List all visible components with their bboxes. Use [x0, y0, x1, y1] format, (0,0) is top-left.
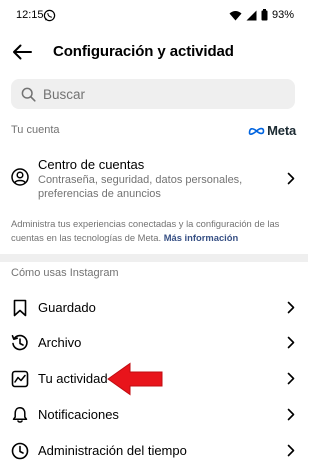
menu-item-label: Tu actividad	[38, 371, 108, 386]
chevron-right-icon	[287, 408, 295, 421]
bookmark-icon	[13, 299, 27, 317]
learn-more-link[interactable]: Más información	[164, 232, 239, 243]
menu-item-label: Administración del tiempo	[38, 443, 187, 458]
status-indicators: 93%	[229, 9, 294, 21]
section-divider	[0, 254, 308, 262]
back-button[interactable]	[8, 38, 36, 66]
menu-item-label: Notificaciones	[38, 407, 119, 422]
meta-info-body: Administra tus experiencias conectadas y…	[11, 218, 280, 243]
section-label-how-you-use: Cómo usas Instagram	[11, 267, 119, 279]
menu-item-notifications[interactable]: Notificaciones	[0, 398, 308, 432]
wifi-icon	[229, 10, 242, 20]
chevron-right-icon	[287, 336, 295, 349]
accounts-center-subtitle: Contraseña, seguridad, datos personales,…	[38, 174, 243, 200]
menu-item-saved[interactable]: Guardado	[0, 291, 308, 325]
search-icon	[21, 87, 36, 102]
search-placeholder: Buscar	[43, 86, 86, 102]
bell-icon	[12, 407, 28, 423]
whatsapp-icon	[43, 9, 56, 22]
menu-item-time-management[interactable]: Administración del tiempo	[0, 434, 308, 465]
menu-item-label: Guardado	[38, 300, 96, 315]
meta-infinity-icon	[248, 127, 265, 135]
chevron-right-icon	[287, 172, 295, 185]
section-label-your-account: Tu cuenta	[11, 124, 60, 136]
chevron-right-icon	[287, 372, 295, 385]
battery-percent: 93%	[271, 9, 294, 21]
page-title: Configuración y actividad	[53, 43, 234, 60]
chevron-right-icon	[287, 444, 295, 457]
account-circle-icon	[11, 168, 29, 186]
accounts-center-title: Centro de cuentas	[38, 157, 145, 172]
activity-icon	[11, 370, 29, 388]
menu-item-archive[interactable]: Archivo	[0, 326, 308, 360]
annotation-arrow-icon	[107, 362, 163, 396]
status-bar: 12:15 93%	[0, 0, 308, 32]
search-input[interactable]: Buscar	[11, 79, 295, 109]
clock-icon	[11, 442, 29, 460]
header: Configuración y actividad	[0, 34, 308, 70]
archive-icon	[11, 334, 28, 351]
signal-icon	[246, 10, 257, 20]
battery-icon	[261, 9, 268, 21]
menu-item-label: Archivo	[38, 335, 82, 350]
chevron-right-icon	[287, 301, 295, 314]
meta-info-text: Administra tus experiencias conectadas y…	[11, 217, 301, 244]
accounts-center-item[interactable]: Centro de cuentas Contraseña, seguridad,…	[0, 148, 308, 210]
back-arrow-icon	[13, 44, 32, 60]
status-time: 12:15	[16, 9, 44, 21]
meta-logo: Meta	[248, 123, 296, 138]
meta-logo-text: Meta	[267, 123, 296, 138]
